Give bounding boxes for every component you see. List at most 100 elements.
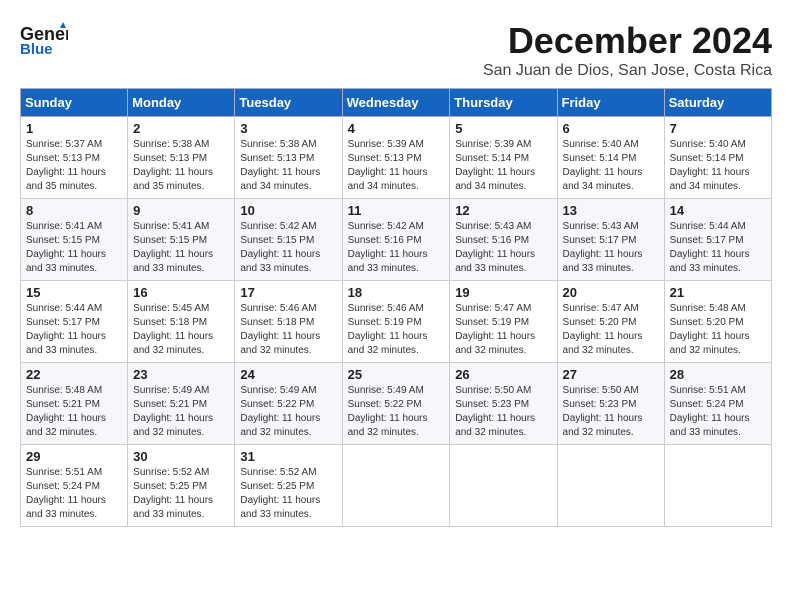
day-info: Sunrise: 5:44 AMSunset: 5:17 PMDaylight:… [26,303,106,356]
day-info: Sunrise: 5:38 AMSunset: 5:13 PMDaylight:… [240,139,320,192]
day-info: Sunrise: 5:52 AMSunset: 5:25 PMDaylight:… [133,467,213,520]
day-info: Sunrise: 5:40 AMSunset: 5:14 PMDaylight:… [670,139,750,192]
calendar-cell: 12 Sunrise: 5:43 AMSunset: 5:16 PMDaylig… [450,199,557,281]
calendar-cell: 27 Sunrise: 5:50 AMSunset: 5:23 PMDaylig… [557,363,664,445]
day-number: 31 [240,449,336,464]
day-number: 18 [348,285,445,300]
day-info: Sunrise: 5:49 AMSunset: 5:22 PMDaylight:… [240,385,320,438]
calendar-cell [342,445,450,527]
day-info: Sunrise: 5:49 AMSunset: 5:22 PMDaylight:… [348,385,428,438]
day-info: Sunrise: 5:47 AMSunset: 5:19 PMDaylight:… [455,303,535,356]
weekday-header-friday: Friday [557,89,664,117]
day-number: 27 [563,367,659,382]
day-info: Sunrise: 5:50 AMSunset: 5:23 PMDaylight:… [455,385,535,438]
day-number: 17 [240,285,336,300]
calendar-cell: 15 Sunrise: 5:44 AMSunset: 5:17 PMDaylig… [21,281,128,363]
calendar-cell: 22 Sunrise: 5:48 AMSunset: 5:21 PMDaylig… [21,363,128,445]
calendar-week-row: 8 Sunrise: 5:41 AMSunset: 5:15 PMDayligh… [21,199,772,281]
calendar-cell: 1 Sunrise: 5:37 AMSunset: 5:13 PMDayligh… [21,117,128,199]
logo: General Blue [20,20,68,56]
day-number: 5 [455,121,551,136]
calendar-cell: 14 Sunrise: 5:44 AMSunset: 5:17 PMDaylig… [664,199,771,281]
day-number: 16 [133,285,229,300]
day-number: 10 [240,203,336,218]
day-info: Sunrise: 5:50 AMSunset: 5:23 PMDaylight:… [563,385,643,438]
day-number: 20 [563,285,659,300]
day-number: 7 [670,121,766,136]
day-info: Sunrise: 5:42 AMSunset: 5:15 PMDaylight:… [240,221,320,274]
day-info: Sunrise: 5:51 AMSunset: 5:24 PMDaylight:… [26,467,106,520]
weekday-header-tuesday: Tuesday [235,89,342,117]
day-number: 25 [348,367,445,382]
calendar-cell: 16 Sunrise: 5:45 AMSunset: 5:18 PMDaylig… [128,281,235,363]
day-info: Sunrise: 5:41 AMSunset: 5:15 PMDaylight:… [133,221,213,274]
day-number: 2 [133,121,229,136]
month-title: December 2024 [483,20,772,62]
calendar-cell: 19 Sunrise: 5:47 AMSunset: 5:19 PMDaylig… [450,281,557,363]
calendar-cell [557,445,664,527]
day-info: Sunrise: 5:37 AMSunset: 5:13 PMDaylight:… [26,139,106,192]
day-info: Sunrise: 5:46 AMSunset: 5:18 PMDaylight:… [240,303,320,356]
day-info: Sunrise: 5:38 AMSunset: 5:13 PMDaylight:… [133,139,213,192]
calendar-cell: 30 Sunrise: 5:52 AMSunset: 5:25 PMDaylig… [128,445,235,527]
day-number: 28 [670,367,766,382]
calendar-cell: 21 Sunrise: 5:48 AMSunset: 5:20 PMDaylig… [664,281,771,363]
day-info: Sunrise: 5:43 AMSunset: 5:16 PMDaylight:… [455,221,535,274]
day-number: 8 [26,203,122,218]
day-info: Sunrise: 5:46 AMSunset: 5:19 PMDaylight:… [348,303,428,356]
calendar-cell: 24 Sunrise: 5:49 AMSunset: 5:22 PMDaylig… [235,363,342,445]
day-info: Sunrise: 5:47 AMSunset: 5:20 PMDaylight:… [563,303,643,356]
location-subtitle: San Juan de Dios, San Jose, Costa Rica [483,62,772,80]
calendar-table: SundayMondayTuesdayWednesdayThursdayFrid… [20,88,772,527]
calendar-cell: 7 Sunrise: 5:40 AMSunset: 5:14 PMDayligh… [664,117,771,199]
weekday-header-sunday: Sunday [21,89,128,117]
day-number: 6 [563,121,659,136]
calendar-week-row: 22 Sunrise: 5:48 AMSunset: 5:21 PMDaylig… [21,363,772,445]
day-number: 1 [26,121,122,136]
day-info: Sunrise: 5:45 AMSunset: 5:18 PMDaylight:… [133,303,213,356]
day-info: Sunrise: 5:49 AMSunset: 5:21 PMDaylight:… [133,385,213,438]
calendar-cell: 20 Sunrise: 5:47 AMSunset: 5:20 PMDaylig… [557,281,664,363]
svg-text:Blue: Blue [20,41,53,56]
day-info: Sunrise: 5:48 AMSunset: 5:21 PMDaylight:… [26,385,106,438]
day-number: 15 [26,285,122,300]
day-number: 14 [670,203,766,218]
calendar-cell: 26 Sunrise: 5:50 AMSunset: 5:23 PMDaylig… [450,363,557,445]
calendar-cell: 4 Sunrise: 5:39 AMSunset: 5:13 PMDayligh… [342,117,450,199]
day-number: 24 [240,367,336,382]
calendar-cell: 3 Sunrise: 5:38 AMSunset: 5:13 PMDayligh… [235,117,342,199]
calendar-cell: 25 Sunrise: 5:49 AMSunset: 5:22 PMDaylig… [342,363,450,445]
calendar-cell: 18 Sunrise: 5:46 AMSunset: 5:19 PMDaylig… [342,281,450,363]
calendar-cell: 13 Sunrise: 5:43 AMSunset: 5:17 PMDaylig… [557,199,664,281]
day-info: Sunrise: 5:52 AMSunset: 5:25 PMDaylight:… [240,467,320,520]
day-number: 19 [455,285,551,300]
day-info: Sunrise: 5:44 AMSunset: 5:17 PMDaylight:… [670,221,750,274]
weekday-header-saturday: Saturday [664,89,771,117]
day-number: 22 [26,367,122,382]
calendar-week-row: 1 Sunrise: 5:37 AMSunset: 5:13 PMDayligh… [21,117,772,199]
calendar-cell: 8 Sunrise: 5:41 AMSunset: 5:15 PMDayligh… [21,199,128,281]
logo-icon: General Blue [20,20,68,56]
day-number: 4 [348,121,445,136]
day-number: 29 [26,449,122,464]
day-info: Sunrise: 5:39 AMSunset: 5:14 PMDaylight:… [455,139,535,192]
day-number: 30 [133,449,229,464]
calendar-week-row: 15 Sunrise: 5:44 AMSunset: 5:17 PMDaylig… [21,281,772,363]
calendar-cell: 11 Sunrise: 5:42 AMSunset: 5:16 PMDaylig… [342,199,450,281]
day-number: 12 [455,203,551,218]
calendar-week-row: 29 Sunrise: 5:51 AMSunset: 5:24 PMDaylig… [21,445,772,527]
header: General Blue December 2024 San Juan de D… [20,20,772,80]
weekday-header-wednesday: Wednesday [342,89,450,117]
calendar-cell: 5 Sunrise: 5:39 AMSunset: 5:14 PMDayligh… [450,117,557,199]
day-info: Sunrise: 5:42 AMSunset: 5:16 PMDaylight:… [348,221,428,274]
day-number: 26 [455,367,551,382]
calendar-cell [664,445,771,527]
weekday-header-monday: Monday [128,89,235,117]
day-number: 9 [133,203,229,218]
day-info: Sunrise: 5:41 AMSunset: 5:15 PMDaylight:… [26,221,106,274]
day-info: Sunrise: 5:40 AMSunset: 5:14 PMDaylight:… [563,139,643,192]
weekday-header-row: SundayMondayTuesdayWednesdayThursdayFrid… [21,89,772,117]
day-info: Sunrise: 5:48 AMSunset: 5:20 PMDaylight:… [670,303,750,356]
day-number: 11 [348,203,445,218]
calendar-cell: 6 Sunrise: 5:40 AMSunset: 5:14 PMDayligh… [557,117,664,199]
